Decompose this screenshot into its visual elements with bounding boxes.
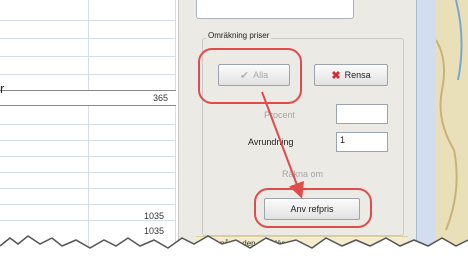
screenshot: 365 1035 1035 r Omräkning priser ✔ Alla … <box>0 0 468 260</box>
torn-edge <box>0 235 468 260</box>
